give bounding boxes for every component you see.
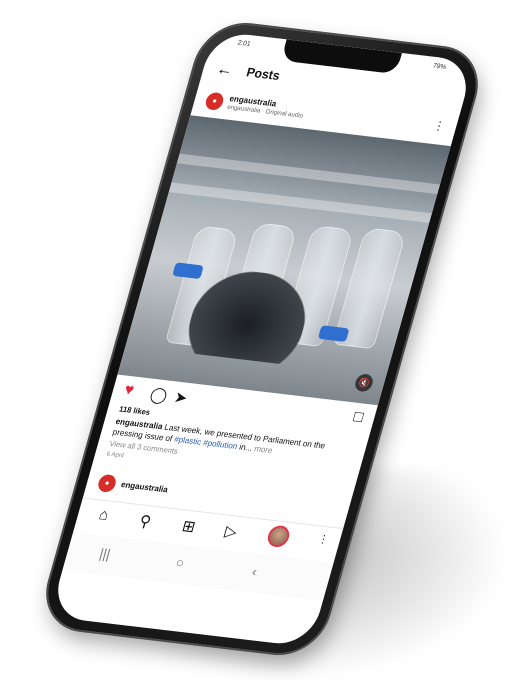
next-post-username[interactable]: engaustralia xyxy=(120,479,169,494)
mockup-scene: 2:01 79% ← Posts ● engaustralia engaustr… xyxy=(0,0,508,673)
more-vertical-icon[interactable]: ⋮ xyxy=(432,118,447,133)
heart-filled-icon[interactable]: ♥ xyxy=(122,382,135,400)
recents-icon[interactable]: ||| xyxy=(98,545,112,562)
bottle-cap xyxy=(172,262,204,280)
post-date: 6 April xyxy=(105,450,125,460)
post-video[interactable]: 🔇 xyxy=(117,115,451,406)
status-time: 2:01 xyxy=(236,39,252,48)
water-blur xyxy=(181,265,318,366)
phone-screen: 2:01 79% ← Posts ● engaustralia engaustr… xyxy=(49,30,475,648)
phone-frame: 2:01 79% ← Posts ● engaustralia engaustr… xyxy=(37,20,487,658)
arrow-left-icon[interactable]: ← xyxy=(214,59,235,80)
reels-icon[interactable]: ▷ xyxy=(223,521,240,542)
avatar[interactable]: ● xyxy=(96,473,118,493)
caption-more-link[interactable]: more xyxy=(253,443,274,455)
page-title: Posts xyxy=(244,64,282,83)
home-icon[interactable]: ⌂ xyxy=(97,507,111,525)
bookmark-icon[interactable]: □ xyxy=(351,409,366,427)
profile-avatar[interactable] xyxy=(265,524,292,549)
avatar[interactable]: ● xyxy=(203,91,226,111)
status-battery: 79% xyxy=(431,62,447,71)
back-chevron-icon[interactable]: ‹ xyxy=(250,563,259,579)
more-vertical-icon[interactable]: ⋮ xyxy=(317,532,331,546)
speaker-off-icon[interactable]: 🔇 xyxy=(353,373,375,393)
search-icon[interactable]: ⚲ xyxy=(137,511,153,531)
home-circle-icon[interactable]: ○ xyxy=(174,554,186,570)
create-icon[interactable]: ⊞ xyxy=(180,516,198,537)
like-count[interactable]: 118 likes xyxy=(118,405,151,417)
comment-icon[interactable]: ◯ xyxy=(148,385,170,406)
send-icon[interactable]: ➤ xyxy=(172,388,190,409)
